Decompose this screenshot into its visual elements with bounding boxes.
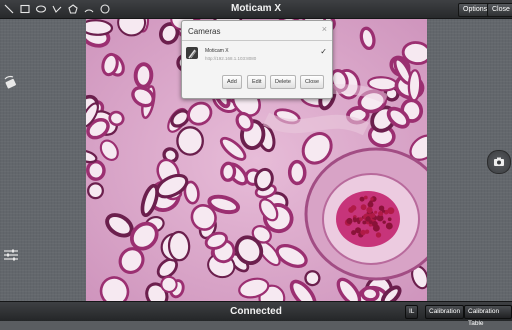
red-blood-cell: [387, 217, 392, 222]
tubule: [220, 161, 237, 182]
adjustments-icon[interactable]: [3, 248, 19, 267]
red-blood-cell: [382, 209, 386, 213]
tubule: [86, 159, 106, 181]
red-blood-cell: [382, 220, 386, 224]
red-blood-cell: [387, 207, 395, 215]
camera-device-icon: [186, 47, 198, 59]
red-blood-cell: [365, 216, 371, 222]
red-blood-cell: [371, 221, 378, 227]
red-blood-cell: [385, 222, 393, 230]
dialog-close-icon[interactable]: ×: [322, 24, 327, 34]
status-bar: Connected IL Calibration Calibration Tab…: [0, 301, 512, 327]
red-blood-cell: [359, 196, 365, 202]
close-dialog-button[interactable]: Close: [300, 75, 325, 89]
unit-toggle-button[interactable]: IL: [405, 305, 419, 319]
camera-url: http://192.168.1.103:8080: [205, 56, 257, 61]
selected-check-icon: ✓: [320, 47, 327, 56]
tubule: [133, 62, 154, 89]
top-bar: Moticam X Options Close: [0, 0, 512, 19]
camera-capture-icon[interactable]: [487, 150, 511, 174]
calibration-button[interactable]: Calibration: [425, 305, 465, 319]
tubule: [167, 230, 191, 262]
red-blood-cell: [357, 221, 361, 225]
tubule: [360, 285, 380, 301]
rotate-camera-icon[interactable]: [3, 75, 19, 96]
tubule: [407, 69, 422, 102]
calibration-table-button[interactable]: Calibration Table: [464, 305, 512, 327]
right-panel: [427, 19, 512, 301]
left-panel: [0, 19, 86, 301]
red-blood-cell: [375, 232, 382, 238]
edit-camera-button[interactable]: Edit: [247, 75, 267, 89]
dialog-title: Cameras: [188, 27, 221, 36]
red-blood-cell: [366, 206, 373, 214]
dialog-divider: [182, 40, 332, 41]
red-blood-cell: [350, 205, 357, 211]
app-title: Moticam X: [230, 3, 281, 14]
cameras-dialog: Cameras × Moticam X http://192.168.1.103…: [181, 20, 333, 99]
red-blood-cell: [360, 204, 367, 211]
red-blood-cell: [346, 217, 353, 225]
tubule: [176, 126, 204, 156]
red-blood-cell: [362, 220, 367, 225]
red-blood-cell: [374, 210, 378, 214]
delete-camera-button[interactable]: Delete: [270, 75, 296, 89]
tubule: [287, 159, 307, 186]
red-blood-cell: [363, 195, 368, 200]
red-blood-cell: [370, 197, 374, 201]
close-button[interactable]: Close: [487, 3, 512, 17]
red-blood-cell: [359, 217, 363, 222]
camera-name: Moticam X: [205, 48, 229, 54]
add-camera-button[interactable]: Add: [222, 75, 242, 89]
red-blood-cell: [360, 229, 366, 236]
